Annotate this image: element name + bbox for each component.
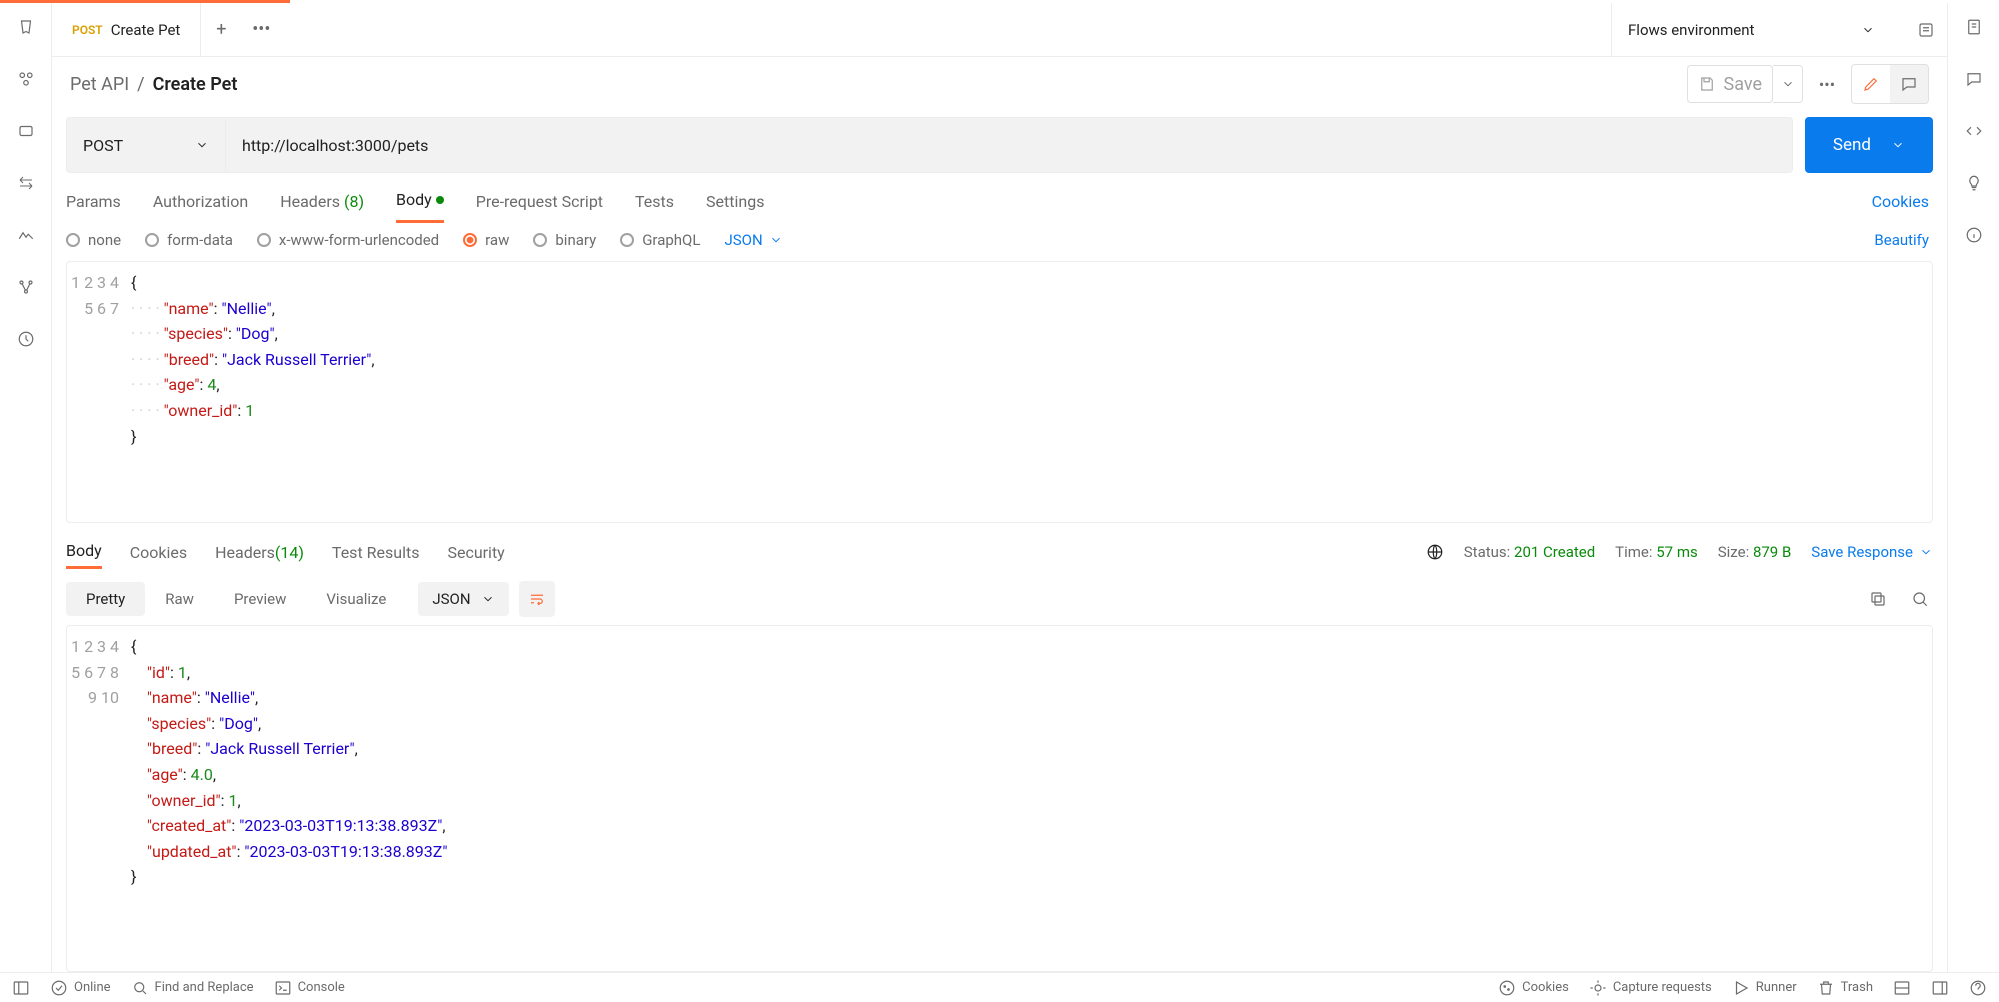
- globe-icon[interactable]: [1426, 543, 1444, 561]
- more-actions-icon[interactable]: •••: [1815, 72, 1839, 96]
- status-bar: Online Find and Replace Console Cookies …: [0, 972, 1999, 1002]
- save-button[interactable]: Save: [1687, 65, 1774, 103]
- request-tabs: Params Authorization Headers (8) Body Pr…: [52, 179, 1947, 223]
- body-binary[interactable]: binary: [533, 231, 596, 249]
- breadcrumb-bar: Pet API / Create Pet Save •••: [52, 57, 1947, 111]
- wrap-lines-button[interactable]: [519, 581, 555, 617]
- http-method-selector[interactable]: POST: [66, 117, 226, 173]
- tab-body[interactable]: Body: [396, 179, 444, 223]
- response-tabs: Body Cookies Headers (14) Test Results S…: [52, 527, 1947, 577]
- response-view-options: Pretty Raw Preview Visualize JSON: [52, 577, 1947, 621]
- sb-trash[interactable]: Trash: [1817, 979, 1873, 997]
- beautify-button[interactable]: Beautify: [1874, 231, 1929, 249]
- build-mode-button[interactable]: [1852, 65, 1890, 103]
- sb-layout-icon[interactable]: [1893, 979, 1911, 997]
- lightbulb-icon[interactable]: [1962, 171, 1986, 195]
- code-content: { "id": 1, "name": "Nellie", "species": …: [131, 626, 1932, 971]
- body-urlencoded[interactable]: x-www-form-urlencoded: [257, 231, 439, 249]
- body-formdata[interactable]: form-data: [145, 231, 233, 249]
- breadcrumb-parent[interactable]: Pet API: [70, 74, 129, 95]
- tab-authorization[interactable]: Authorization: [153, 179, 248, 223]
- body-graphql[interactable]: GraphQL: [620, 231, 700, 249]
- url-input[interactable]: [226, 117, 1793, 173]
- resp-tab-cookies[interactable]: Cookies: [130, 535, 187, 569]
- flows-icon[interactable]: [14, 275, 38, 299]
- tab-title: Create Pet: [111, 21, 181, 39]
- mock-icon[interactable]: [14, 171, 38, 195]
- environment-selector[interactable]: Flows environment: [1611, 3, 1891, 57]
- info-icon[interactable]: [1962, 223, 1986, 247]
- tab-bar: POST Create Pet + ••• Flows environment: [52, 3, 1947, 57]
- tab-method: POST: [72, 23, 103, 37]
- body-raw[interactable]: raw: [463, 231, 509, 249]
- view-visualize[interactable]: Visualize: [306, 582, 406, 616]
- sb-runner[interactable]: Runner: [1732, 979, 1797, 997]
- history-icon[interactable]: [14, 327, 38, 351]
- collections-icon[interactable]: [14, 15, 38, 39]
- find-replace[interactable]: Find and Replace: [131, 979, 254, 997]
- view-preview[interactable]: Preview: [214, 582, 306, 616]
- copy-icon[interactable]: [1869, 590, 1887, 608]
- cookies-link[interactable]: Cookies: [1872, 192, 1929, 211]
- tab-settings[interactable]: Settings: [706, 179, 764, 223]
- resp-tab-tests[interactable]: Test Results: [332, 535, 420, 569]
- console-toggle[interactable]: Console: [274, 979, 345, 997]
- body-type-selector: none form-data x-www-form-urlencoded raw…: [52, 223, 1947, 257]
- view-pretty[interactable]: Pretty: [66, 582, 145, 616]
- tab-headers[interactable]: Headers (8): [280, 179, 364, 223]
- resp-tab-headers[interactable]: Headers (14): [215, 535, 304, 569]
- environment-quicklook-icon[interactable]: [1917, 3, 1935, 57]
- view-raw[interactable]: Raw: [145, 582, 214, 616]
- tab-prerequest[interactable]: Pre-request Script: [476, 179, 603, 223]
- comment-mode-button[interactable]: [1890, 65, 1928, 103]
- breadcrumb-current: Create Pet: [153, 74, 238, 95]
- sb-pane-icon[interactable]: [1931, 979, 1949, 997]
- view-mode-toggle: [1851, 64, 1929, 104]
- sb-help-icon[interactable]: [1969, 979, 1987, 997]
- chevron-down-icon: [1861, 23, 1875, 37]
- code-icon[interactable]: [1962, 119, 1986, 143]
- request-tab[interactable]: POST Create Pet: [52, 3, 201, 57]
- format-selector[interactable]: JSON: [418, 582, 508, 616]
- tab-options-icon[interactable]: •••: [241, 19, 281, 40]
- left-sidebar: [0, 3, 52, 972]
- new-tab-button[interactable]: +: [201, 19, 241, 40]
- resp-tab-security[interactable]: Security: [447, 535, 504, 569]
- resp-tab-body[interactable]: Body: [66, 535, 102, 569]
- sidebar-toggle-icon[interactable]: [12, 979, 30, 997]
- monitors-icon[interactable]: [14, 223, 38, 247]
- tab-params[interactable]: Params: [66, 179, 121, 223]
- chevron-down-icon: [1891, 138, 1905, 152]
- code-content[interactable]: { · · · · "name": "Nellie", · · · · "spe…: [131, 262, 1932, 522]
- chevron-down-icon: [195, 138, 209, 152]
- comments-icon[interactable]: [1962, 67, 1986, 91]
- apis-icon[interactable]: [14, 67, 38, 91]
- wrap-icon: [528, 590, 546, 608]
- time-value[interactable]: 57 ms: [1656, 543, 1697, 561]
- tab-tests[interactable]: Tests: [635, 179, 674, 223]
- save-icon: [1698, 75, 1716, 93]
- response-body-editor[interactable]: 1 2 3 4 5 6 7 8 9 10 { "id": 1, "name": …: [66, 625, 1933, 972]
- sb-cookies[interactable]: Cookies: [1498, 979, 1569, 997]
- documentation-icon[interactable]: [1962, 15, 1986, 39]
- search-icon[interactable]: [1911, 590, 1929, 608]
- sb-capture[interactable]: Capture requests: [1589, 979, 1712, 997]
- request-body-editor[interactable]: 1 2 3 4 5 6 7 { · · · · "name": "Nellie"…: [66, 261, 1933, 523]
- pencil-icon: [1862, 75, 1880, 93]
- status-value[interactable]: 201 Created: [1514, 543, 1595, 561]
- size-value[interactable]: 879 B: [1753, 543, 1791, 561]
- save-dropdown[interactable]: [1773, 65, 1803, 103]
- online-status[interactable]: Online: [50, 979, 111, 997]
- environments-icon[interactable]: [14, 119, 38, 143]
- comment-icon: [1900, 75, 1918, 93]
- body-none[interactable]: none: [66, 231, 121, 249]
- send-button[interactable]: Send: [1805, 117, 1933, 173]
- raw-language-selector[interactable]: JSON: [724, 231, 782, 249]
- line-gutter: 1 2 3 4 5 6 7 8 9 10: [67, 626, 131, 971]
- modified-dot-icon: [436, 196, 444, 204]
- save-response-button[interactable]: Save Response: [1811, 543, 1933, 561]
- line-gutter: 1 2 3 4 5 6 7: [67, 262, 131, 522]
- right-sidebar: [1947, 3, 1999, 972]
